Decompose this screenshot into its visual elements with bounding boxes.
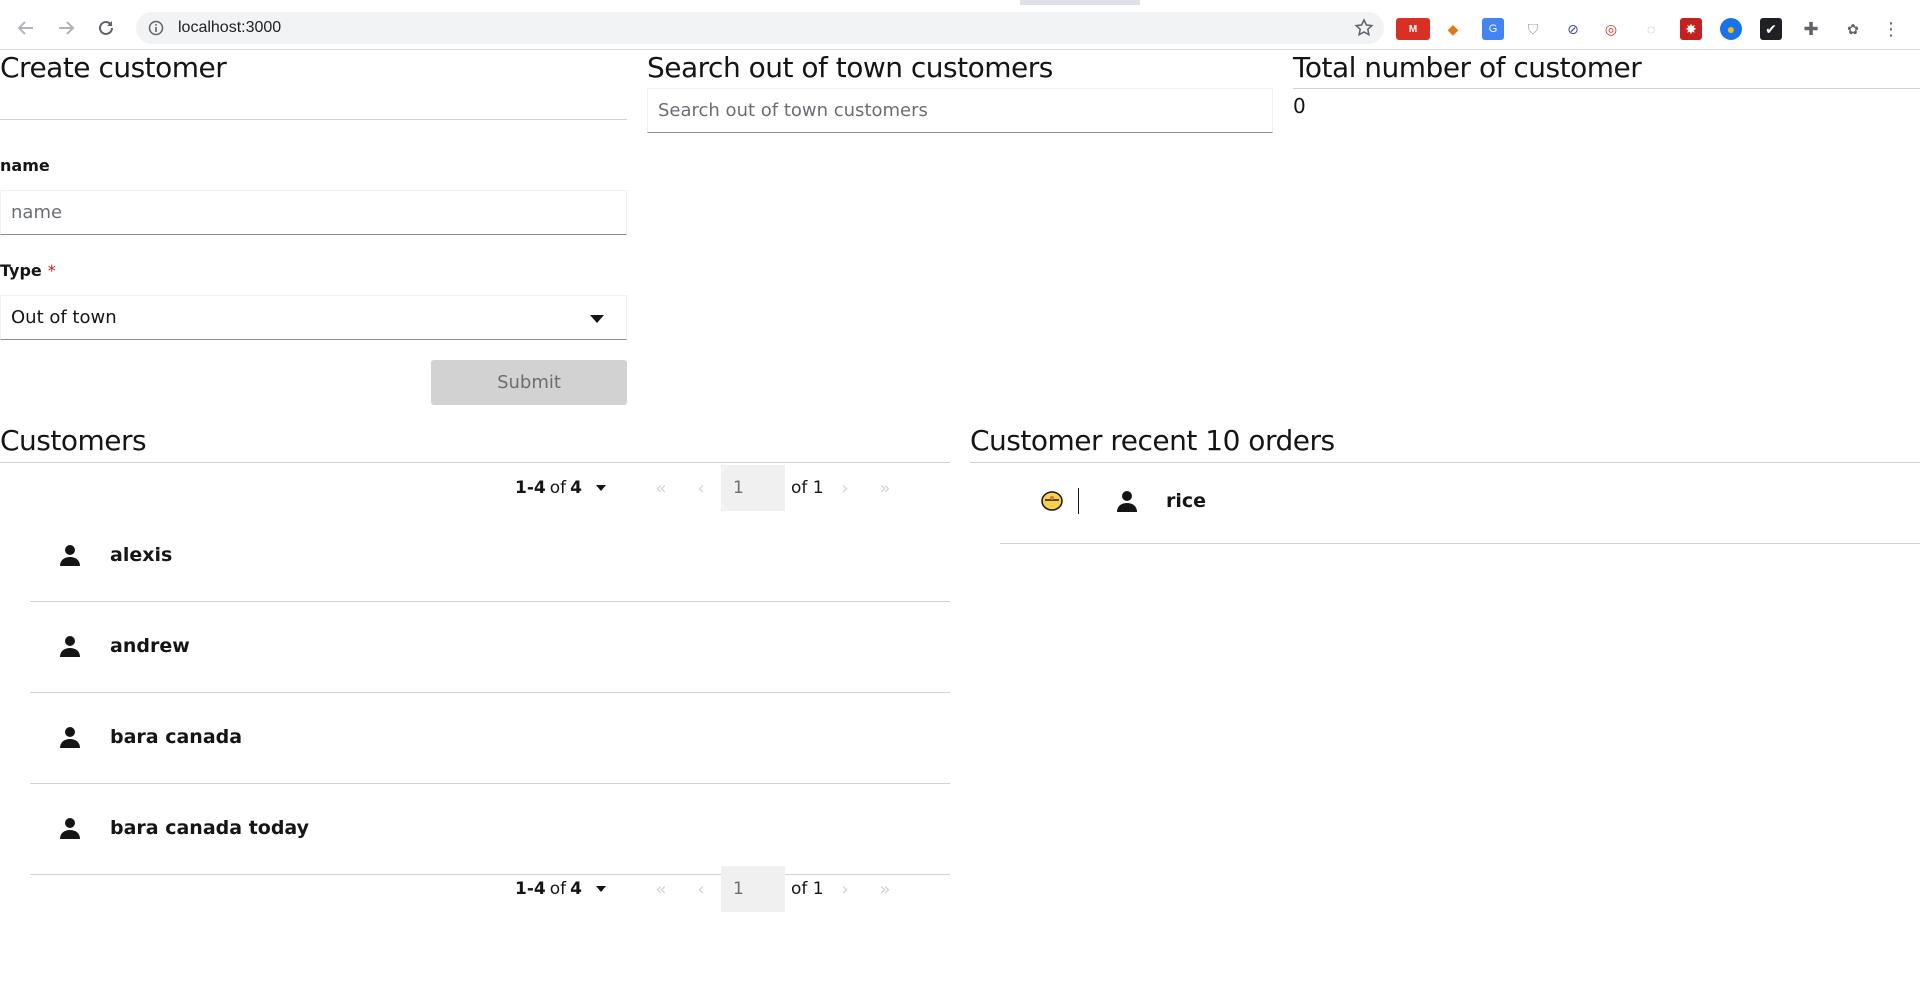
page-total: of 1 [791,879,824,899]
app-root: Create customer name Type* Out of town S… [0,51,1920,988]
search-title: Search out of town customers [647,51,1053,84]
per-page-toggle[interactable]: 1 - 4 of 4 [515,478,641,498]
create-customer-title: Create customer [0,51,227,84]
first-page-icon[interactable]: « [641,465,681,511]
browser-toolbar: localhost:3000 M ◆ G ⛉ ⊘ ◎ ◌ ✸ ● ✔ ✚ ✿ ⋮ [0,5,1920,50]
total-header: Total number of customer [1293,51,1920,89]
address-bar[interactable]: localhost:3000 [136,12,1384,44]
page-number-input[interactable] [721,465,785,511]
bookmark-star-icon[interactable] [1354,18,1374,43]
search-input[interactable] [647,88,1273,133]
gmail-extension-icon[interactable]: M [1396,18,1430,40]
type-select[interactable]: Out of town [0,295,627,340]
prev-page-icon[interactable]: ‹ [681,866,721,912]
info-icon[interactable] [148,20,164,41]
create-customer-header: Create customer [0,51,627,120]
menu-kebab-icon[interactable]: ⋮ [1880,18,1902,40]
caret-down-icon [595,485,606,491]
name-input[interactable] [0,190,627,235]
customer-name: bara canada [110,726,243,748]
customers-pagination-bottom: 1 - 4 of 4 « ‹ of 1 › » [515,866,905,912]
user-icon [59,544,81,571]
prev-page-icon[interactable]: ‹ [681,465,721,511]
user-icon [59,817,81,844]
orders-header: Customer recent 10 orders [970,424,1920,463]
order-list-item[interactable]: rice [1000,462,1920,544]
required-asterisk: * [47,261,56,280]
fox-extension-icon[interactable]: ◆ [1442,18,1464,40]
per-page-toggle[interactable]: 1 - 4 of 4 [515,879,641,899]
caret-down-icon [590,315,604,323]
orders-title: Customer recent 10 orders [970,424,1335,457]
name-label: name [0,156,50,175]
next-page-icon[interactable]: › [825,866,865,912]
target-extension-icon[interactable]: ◎ [1600,18,1622,40]
block-extension-icon[interactable]: ⊘ [1562,18,1584,40]
check-extension-icon[interactable]: ✔ [1760,18,1782,40]
search-section: Search out of town customers [647,51,1053,85]
next-page-icon[interactable]: › [825,465,865,511]
translate-extension-icon[interactable]: G [1482,18,1504,40]
divider [1078,488,1079,514]
customers-title: Customers [0,424,147,457]
url-text[interactable]: localhost:3000 [178,19,281,37]
puzzle-red-extension-icon[interactable]: ✸ [1680,18,1702,40]
customer-list-item[interactable]: andrew [30,602,950,693]
timer-extension-icon[interactable]: ◌ [1640,18,1662,40]
back-button[interactable] [12,14,40,42]
customer-name: alexis [110,544,173,566]
customer-name: andrew [110,635,190,657]
forward-arrow-icon [59,21,75,35]
type-select-value: Out of town [11,307,117,328]
customer-name: bara canada today [110,817,310,839]
customer-list-item[interactable]: alexis [30,511,950,602]
firefox-extension-icon[interactable]: ● [1720,18,1742,40]
reload-button[interactable] [92,14,120,42]
order-name: rice [1166,490,1207,512]
customer-list-item[interactable]: bara canada [30,693,950,784]
last-page-icon[interactable]: » [865,465,905,511]
page-number-input[interactable] [721,866,785,912]
shield-extension-icon[interactable]: ⛉ [1522,18,1544,40]
caret-down-icon [595,886,606,892]
food-bowl-icon [1040,490,1064,517]
user-icon [59,726,81,753]
submit-button[interactable]: Submit [431,360,627,405]
customers-pagination-top: 1 - 4 of 4 « ‹ of 1 › » [515,465,905,511]
customers-header: Customers [0,424,950,463]
user-icon [59,635,81,662]
total-count: 0 [1293,94,1306,118]
last-page-icon[interactable]: » [865,866,905,912]
reload-icon [99,20,113,35]
page-total: of 1 [791,478,824,498]
user-icon [1116,490,1138,517]
customer-list-item[interactable]: bara canada today [30,784,950,875]
total-title: Total number of customer [1293,51,1642,84]
extensions-puzzle-icon[interactable]: ✚ [1800,18,1822,40]
back-arrow-icon [17,21,33,35]
type-label: Type * [0,261,56,280]
forward-button[interactable] [52,14,80,42]
profile-avatar-icon[interactable]: ✿ [1842,18,1864,40]
first-page-icon[interactable]: « [641,866,681,912]
